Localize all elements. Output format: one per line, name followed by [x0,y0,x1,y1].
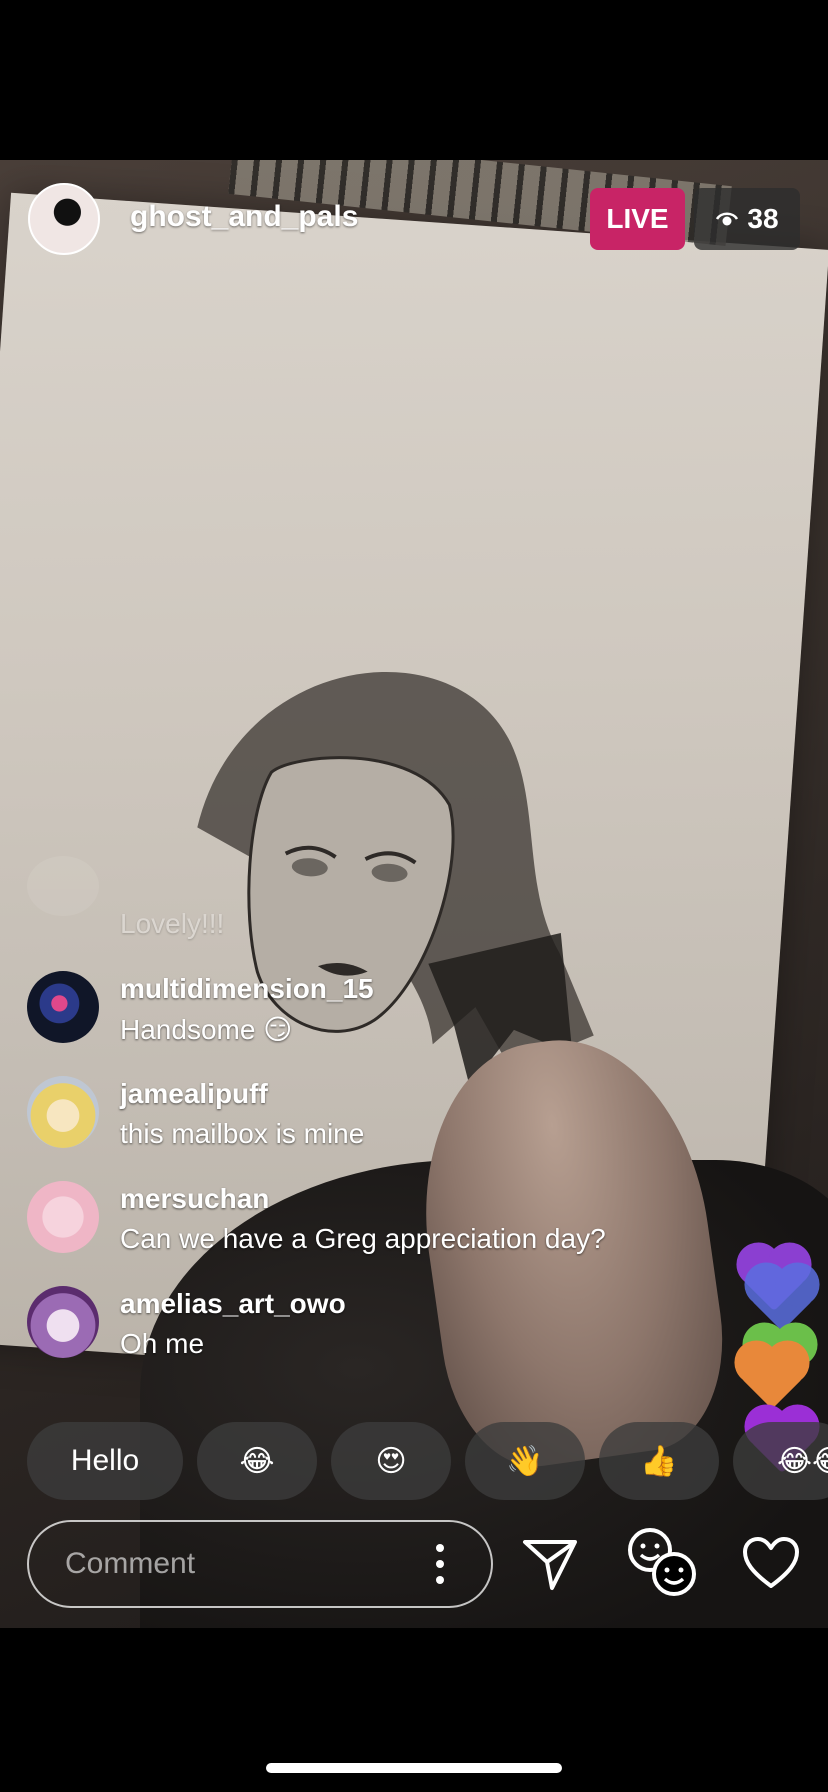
viewer-count: 38 [747,203,779,234]
eye-icon [715,210,739,228]
comment-text: Can we have a Greg appreciation day? [120,1223,606,1254]
commenter-avatar[interactable] [27,1181,99,1253]
live-badge: LIVE [590,188,685,250]
quick-reaction-thumbs-up[interactable]: 👍 [599,1422,719,1500]
quick-reaction-wave[interactable]: 👋 [465,1422,585,1500]
quick-reaction-heart-eyes[interactable]: 😍 [331,1422,451,1500]
send-icon[interactable] [520,1534,580,1594]
comment-text: Lovely!!! [120,908,225,939]
comment-item: multidimension_15 Handsome 😏 [0,965,828,1065]
live-stream-screen: ghost_and_pals LIVE 38 Lovely!!! multidi… [0,0,828,1792]
quick-reaction-laugh-double[interactable]: 😂😂 [733,1422,828,1500]
commenter-avatar [27,856,99,916]
comment-text: Oh me [120,1328,205,1359]
commenter-avatar[interactable] [27,1286,99,1358]
comment-bar [0,1520,828,1612]
commenter-username[interactable]: mersuchan [120,1183,269,1215]
live-header: ghost_and_pals LIVE 38 [0,180,828,260]
commenter-username[interactable]: multidimension_15 [120,973,374,1005]
comment-input[interactable] [27,1520,493,1608]
heart-icon[interactable] [742,1536,800,1590]
home-indicator[interactable] [266,1763,562,1773]
comment-item: amelias_art_owo Oh me [0,1280,828,1380]
host-username[interactable]: ghost_and_pals [130,200,358,234]
comment-item: mersuchan Can we have a Greg appreciatio… [0,1175,828,1275]
more-vertical-icon[interactable] [430,1542,450,1586]
quick-reaction-hello[interactable]: Hello [27,1422,183,1500]
quick-reaction-laugh[interactable]: 😂 [197,1422,317,1500]
host-avatar[interactable] [28,183,100,255]
quick-reactions: Hello 😂 😍 👋 👍 😂😂 [0,1420,828,1502]
commenter-avatar[interactable] [27,971,99,1043]
viewer-count-badge[interactable]: 38 [694,188,800,250]
comment-text: Handsome 😏 [120,1014,293,1045]
comment-item: jamealipuff this mailbox is mine [0,1070,828,1170]
commenter-avatar[interactable] [27,1076,99,1148]
comment-text: this mailbox is mine [120,1118,365,1149]
heart-icon [740,1346,804,1410]
emoji-faces-icon[interactable] [624,1524,700,1600]
commenter-username[interactable]: jamealipuff [120,1078,268,1110]
commenter-username[interactable]: amelias_art_owo [120,1288,346,1320]
